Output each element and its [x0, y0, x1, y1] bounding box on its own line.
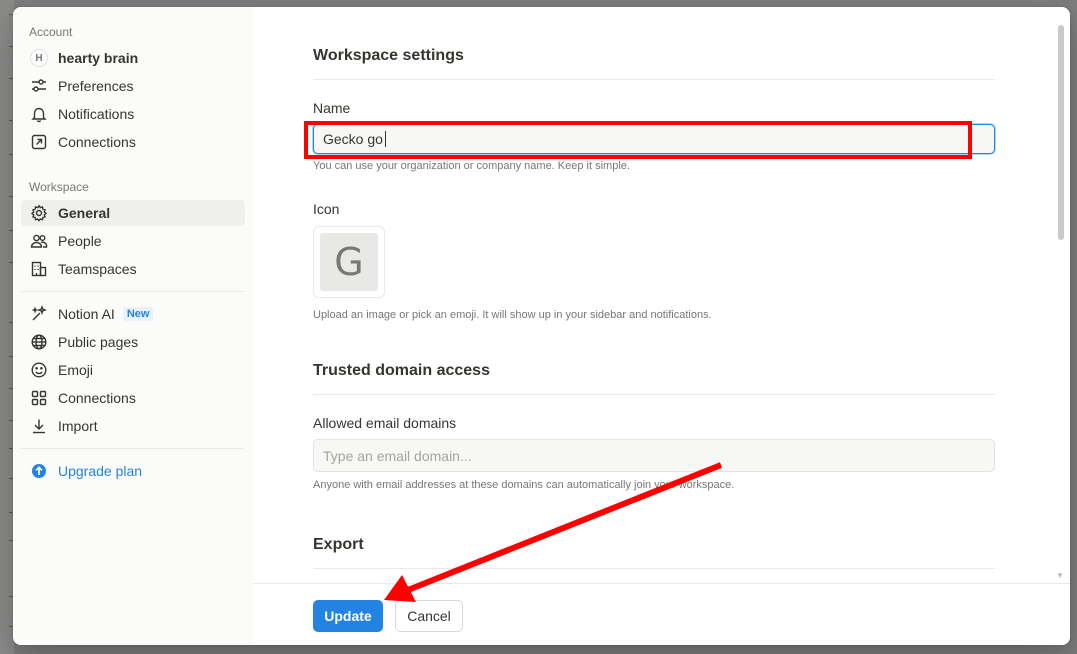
- sidebar-item-label: hearty brain: [58, 50, 139, 66]
- sidebar-item-emoji[interactable]: Emoji: [21, 357, 245, 383]
- workspace-name-input[interactable]: Gecko go: [313, 124, 995, 154]
- update-button[interactable]: Update: [313, 600, 383, 632]
- scrollbar-thumb[interactable]: [1058, 25, 1064, 240]
- sidebar-item-upgrade-plan[interactable]: Upgrade plan: [21, 458, 245, 484]
- scroll-down-arrow-icon[interactable]: ▼: [1056, 571, 1064, 580]
- sidebar-item-label: Connections: [58, 390, 136, 406]
- download-icon: [30, 417, 48, 435]
- avatar: H: [30, 49, 48, 67]
- sidebar-item-label: General: [58, 205, 111, 221]
- ai-sparkle-icon: [30, 305, 48, 323]
- icon-label: Icon: [313, 201, 340, 217]
- globe-icon: [30, 333, 48, 351]
- grid-icon: [30, 389, 48, 407]
- sidebar-item-label: Import: [58, 418, 98, 434]
- arrow-up-right-box-icon: [30, 133, 48, 151]
- sidebar-item-label: Teamspaces: [58, 261, 137, 277]
- sidebar-item-preferences[interactable]: Preferences: [21, 73, 245, 99]
- allowed-email-domains-label: Allowed email domains: [313, 415, 457, 431]
- sidebar-divider: [21, 291, 245, 292]
- gear-icon: [30, 204, 48, 222]
- sidebar-item-label: Preferences: [58, 78, 134, 94]
- account-section-label: Account: [29, 25, 73, 39]
- sidebar-item-people[interactable]: People: [21, 228, 245, 254]
- sidebar-item-label: Upgrade plan: [58, 463, 143, 479]
- sidebar-item-label: Notion AI: [58, 306, 115, 322]
- settings-modal: Account H hearty brain Preferences Notif…: [13, 7, 1070, 645]
- sidebar-item-notifications[interactable]: Notifications: [21, 101, 245, 127]
- content-scrollbar[interactable]: ▼: [1056, 21, 1066, 591]
- sidebar-item-connections-account[interactable]: Connections: [21, 129, 245, 155]
- text-caret: [384, 131, 386, 147]
- sidebar-item-label: Connections: [58, 134, 136, 150]
- bell-icon: [30, 105, 48, 123]
- name-help-text: You can use your organization or company…: [313, 160, 630, 172]
- section-divider: [313, 79, 995, 80]
- sidebar-item-public-pages[interactable]: Public pages: [21, 329, 245, 355]
- people-icon: [30, 232, 48, 250]
- sidebar-item-connections-workspace[interactable]: Connections: [21, 385, 245, 411]
- trusted-domain-title: Trusted domain access: [313, 362, 490, 379]
- workspace-icon-letter: G: [320, 233, 378, 291]
- building-icon: [30, 260, 48, 278]
- icon-help-text: Upload an image or pick an emoji. It wil…: [313, 309, 712, 321]
- sidebar-item-label: Emoji: [58, 362, 94, 378]
- workspace-section-label: Workspace: [29, 180, 89, 194]
- sidebar-item-import[interactable]: Import: [21, 413, 245, 439]
- sliders-icon: [30, 77, 48, 95]
- sidebar-divider: [21, 448, 245, 449]
- modal-footer: Update Cancel: [253, 583, 1070, 645]
- settings-content: Workspace settings Name Gecko go You can…: [253, 7, 1070, 583]
- domain-help-text: Anyone with email addresses at these dom…: [313, 479, 735, 491]
- email-domain-placeholder: Type an email domain...: [323, 447, 472, 464]
- section-divider: [313, 394, 995, 395]
- sidebar-item-label: Public pages: [58, 334, 139, 350]
- workspace-name-value: Gecko go: [323, 131, 383, 147]
- sidebar-item-teamspaces[interactable]: Teamspaces: [21, 256, 245, 282]
- smiley-icon: [30, 361, 48, 379]
- workspace-icon-picker[interactable]: G: [313, 226, 385, 298]
- workspace-settings-title: Workspace settings: [313, 47, 464, 64]
- sidebar-item-account-user[interactable]: H hearty brain: [21, 45, 245, 71]
- arrow-up-circle-icon: [30, 462, 48, 480]
- email-domain-input[interactable]: Type an email domain...: [313, 439, 995, 472]
- background-app-strip: [0, 0, 15, 654]
- sidebar-item-general[interactable]: General: [21, 200, 245, 226]
- section-divider: [313, 568, 995, 569]
- name-label: Name: [313, 100, 351, 116]
- export-title: Export: [313, 536, 364, 553]
- sidebar-item-label: People: [58, 233, 102, 249]
- new-badge: New: [122, 307, 154, 321]
- cancel-button[interactable]: Cancel: [395, 600, 463, 632]
- sidebar-item-notion-ai[interactable]: Notion AI New: [21, 301, 245, 327]
- settings-sidebar: Account H hearty brain Preferences Notif…: [13, 7, 253, 645]
- sidebar-item-label: Notifications: [58, 106, 135, 122]
